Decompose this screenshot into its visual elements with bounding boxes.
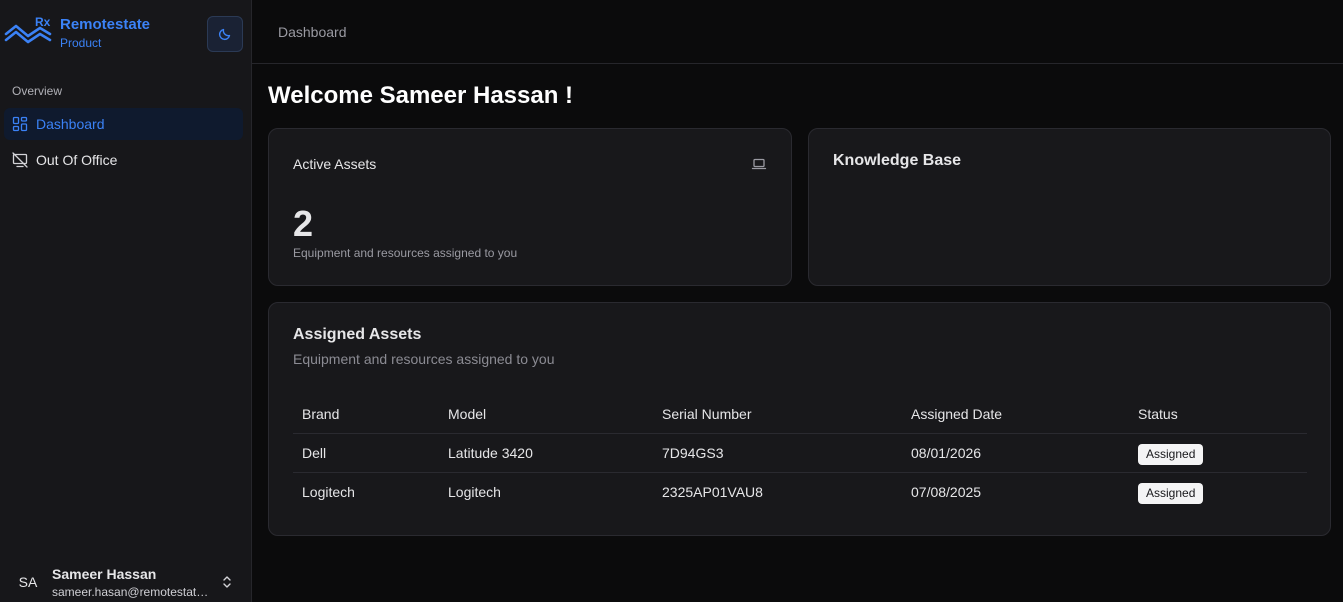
laptop-icon [751,158,767,170]
sidebar-item-label: Dashboard [36,116,105,132]
wave-logo-icon [4,24,52,44]
status-badge: Assigned [1138,443,1204,465]
cell-status: Assigned [1138,473,1204,512]
moon-icon [218,28,231,41]
sidebar-section-label: Overview [12,84,63,98]
cell-date: 08/01/2026 [911,445,982,461]
column-header-status: Status [1138,406,1178,422]
knowledge-base-card[interactable]: Knowledge Base [808,128,1331,286]
table-row[interactable]: Dell Latitude 3420 7D94GS3 08/01/2026 As… [293,434,1307,473]
cell-model: Logitech [448,484,501,500]
user-name: Sameer Hassan [52,566,157,582]
column-header-model: Model [448,406,487,422]
assigned-assets-card: Assigned Assets Equipment and resources … [268,302,1331,536]
cell-date: 07/08/2025 [911,484,982,500]
user-menu[interactable]: SA Sameer Hassan sameer.hasan@remotestat… [0,560,252,602]
cell-model: Latitude 3420 [448,445,533,461]
cell-brand: Dell [302,445,327,461]
knowledge-base-title: Knowledge Base [833,152,962,169]
sidebar-item-out-of-office[interactable]: Out Of Office [4,144,243,176]
assets-table: Brand Model Serial Number Assigned Date … [293,395,1307,512]
dashboard-icon [12,116,28,132]
column-header-brand: Brand [302,406,340,422]
assigned-assets-subtitle: Equipment and resources assigned to you [293,351,555,367]
breadcrumb[interactable]: Dashboard [278,24,347,40]
theme-toggle-button[interactable] [207,16,243,52]
brand-name: Remotestate [60,16,151,33]
sidebar: Rx Remotestate Product Overview Dashboar… [0,0,252,602]
active-assets-count: 2 [293,203,314,244]
table-row[interactable]: Logitech Logitech 2325AP01VAU8 07/08/202… [293,473,1307,512]
table-header-row: Brand Model Serial Number Assigned Date … [293,395,1307,434]
column-header-date: Assigned Date [911,406,1003,422]
user-email: sameer.hasan@remotestate.com [52,585,210,599]
cell-status: Assigned [1138,434,1204,473]
topbar: Dashboard [252,0,1343,64]
cell-serial: 2325AP01VAU8 [662,484,763,500]
sidebar-item-dashboard[interactable]: Dashboard [4,108,243,140]
cell-serial: 7D94GS3 [662,445,724,461]
brand-subtitle: Product [60,36,102,50]
brand[interactable]: Rx Remotestate Product [4,14,154,54]
brand-logo: Rx [4,14,52,48]
cell-brand: Logitech [302,484,355,500]
active-assets-card: Active Assets 2 Equipment and resources … [268,128,792,286]
avatar: SA [18,574,38,590]
chevrons-up-down-icon [223,576,231,588]
active-assets-title: Active Assets [293,156,377,172]
active-assets-description: Equipment and resources assigned to you [293,246,518,260]
column-header-serial: Serial Number [662,406,752,422]
page-title: Welcome Sameer Hassan ! [268,82,574,109]
status-badge: Assigned [1138,482,1204,504]
sidebar-item-label: Out Of Office [36,152,118,168]
assigned-assets-title: Assigned Assets [293,326,422,343]
monitor-off-icon [12,152,28,168]
